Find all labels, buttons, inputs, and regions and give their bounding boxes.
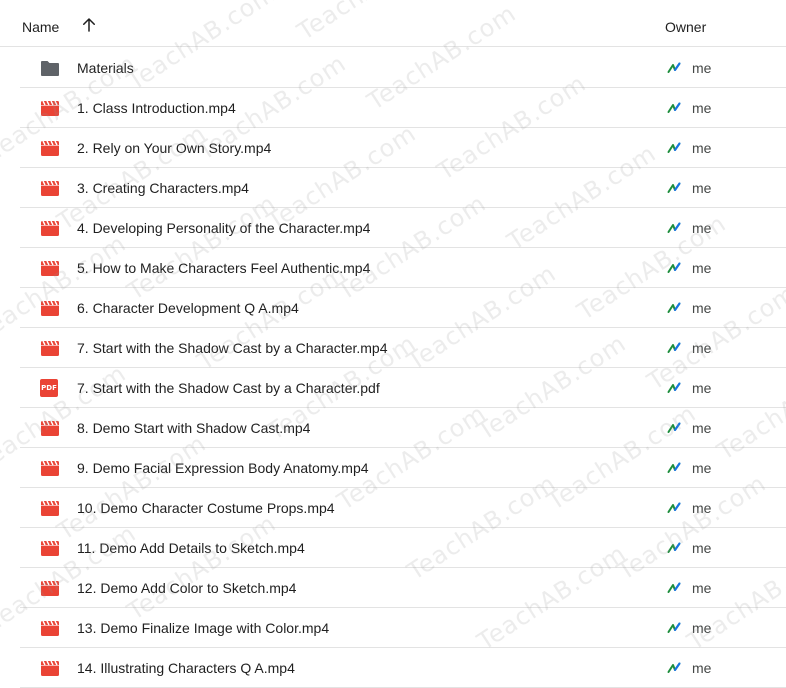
owner-avatar-icon [667,422,681,433]
file-name: 13. Demo Finalize Image with Color.mp4 [77,620,330,636]
video-file-icon [41,540,59,556]
file-name: 5. How to Make Characters Feel Authentic… [77,260,371,276]
owner-name: me [692,380,712,396]
owner-name: me [692,340,712,356]
owner-avatar-icon [667,502,681,513]
video-file-icon [41,340,59,356]
owner-name: me [692,660,712,676]
file-row[interactable]: 9. Demo Facial Expression Body Anatomy.m… [20,448,786,488]
file-name: 7. Start with the Shadow Cast by a Chara… [77,340,388,356]
owner-name: me [692,580,712,596]
file-row[interactable]: 6. Character Development Q A.mp4 me [20,288,786,328]
file-name: 2. Rely on Your Own Story.mp4 [77,140,272,156]
file-name: 8. Demo Start with Shadow Cast.mp4 [77,420,311,436]
file-name: 4. Developing Personality of the Charact… [77,220,371,236]
file-row[interactable]: 1. Class Introduction.mp4 me [20,88,786,128]
owner-avatar-icon [667,662,681,673]
file-list: Materials me 1. Class Introduction.mp4 me 2.… [20,48,786,688]
owner-avatar-icon [667,582,681,593]
owner-name: me [692,60,712,76]
owner-name: me [692,500,712,516]
file-name: 10. Demo Character Costume Props.mp4 [77,500,335,516]
owner-avatar-icon [667,462,681,473]
file-row[interactable]: 11. Demo Add Details to Sketch.mp4 me [20,528,786,568]
video-file-icon [41,220,59,236]
owner-avatar-icon [667,622,681,633]
owner-avatar-icon [667,382,681,393]
owner-avatar-icon [667,142,681,153]
owner-name: me [692,180,712,196]
file-name: 9. Demo Facial Expression Body Anatomy.m… [77,460,369,476]
video-file-icon [41,460,59,476]
file-list-header: Name Owner [0,0,786,47]
video-file-icon [41,300,59,316]
file-row[interactable]: 12. Demo Add Color to Sketch.mp4 me [20,568,786,608]
file-row[interactable]: 8. Demo Start with Shadow Cast.mp4 me [20,408,786,448]
owner-avatar-icon [667,262,681,273]
name-column-header[interactable]: Name [22,19,59,35]
owner-avatar-icon [667,182,681,193]
file-row[interactable]: 5. How to Make Characters Feel Authentic… [20,248,786,288]
file-name: 12. Demo Add Color to Sketch.mp4 [77,580,297,596]
owner-avatar-icon [667,542,681,553]
owner-name: me [692,100,712,116]
owner-column-header[interactable]: Owner [665,19,706,35]
video-file-icon [41,100,59,116]
owner-avatar-icon [667,222,681,233]
file-name: 6. Character Development Q A.mp4 [77,300,299,316]
video-file-icon [41,260,59,276]
folder-icon [41,61,59,76]
owner-avatar-icon [667,102,681,113]
video-file-icon [41,660,59,676]
arrow-up-icon[interactable] [80,16,98,34]
file-name: 3. Creating Characters.mp4 [77,180,249,196]
owner-name: me [692,220,712,236]
video-file-icon [41,180,59,196]
owner-name: me [692,460,712,476]
owner-avatar-icon [667,342,681,353]
video-file-icon [41,620,59,636]
video-file-icon [41,420,59,436]
file-row[interactable]: 4. Developing Personality of the Charact… [20,208,786,248]
file-name: 1. Class Introduction.mp4 [77,100,236,116]
owner-name: me [692,300,712,316]
file-name: 11. Demo Add Details to Sketch.mp4 [77,540,305,556]
owner-name: me [692,140,712,156]
file-name: Materials [77,60,134,76]
file-name: 14. Illustrating Characters Q A.mp4 [77,660,295,676]
video-file-icon [41,140,59,156]
owner-name: me [692,620,712,636]
owner-avatar-icon [667,62,681,73]
file-name: 7. Start with the Shadow Cast by a Chara… [77,380,380,396]
file-row[interactable]: 7. Start with the Shadow Cast by a Chara… [20,328,786,368]
video-file-icon [41,500,59,516]
file-row[interactable]: 14. Illustrating Characters Q A.mp4 me [20,648,786,688]
owner-name: me [692,540,712,556]
file-row[interactable]: Materials me [20,48,786,88]
pdf-file-icon: PDF [40,379,58,397]
file-row[interactable]: 13. Demo Finalize Image with Color.mp4 me [20,608,786,648]
file-row[interactable]: 3. Creating Characters.mp4 me [20,168,786,208]
owner-name: me [692,420,712,436]
file-row[interactable]: 10. Demo Character Costume Props.mp4 me [20,488,786,528]
video-file-icon [41,580,59,596]
owner-avatar-icon [667,302,681,313]
file-row[interactable]: 2. Rely on Your Own Story.mp4 me [20,128,786,168]
owner-name: me [692,260,712,276]
file-row[interactable]: PDF 7. Start with the Shadow Cast by a Ch… [20,368,786,408]
